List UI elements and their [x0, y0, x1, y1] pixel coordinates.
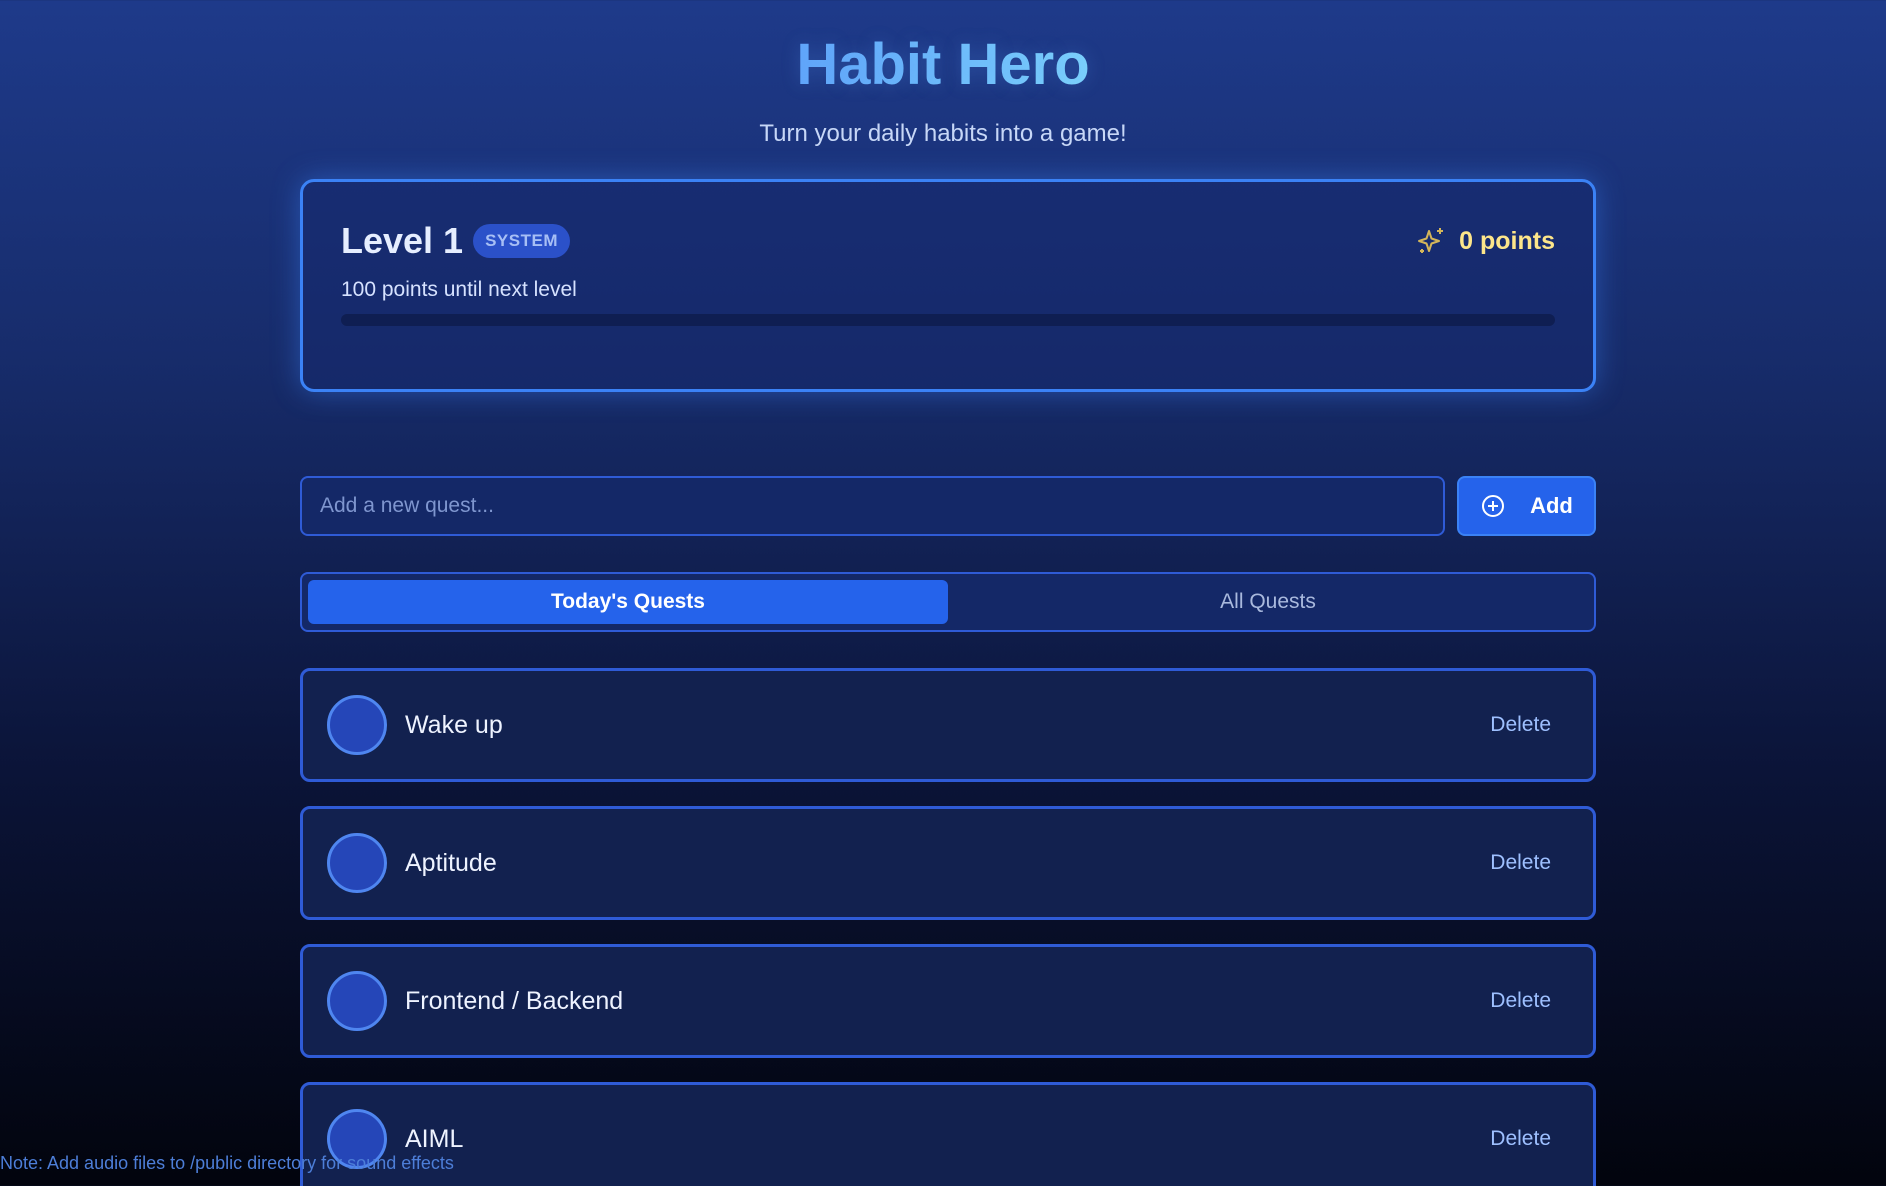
quest-name: Frontend / Backend	[405, 986, 624, 1015]
add-button-label: Add	[1530, 493, 1573, 518]
quest-complete-toggle[interactable]	[327, 695, 387, 755]
quest-name: Wake up	[405, 710, 503, 739]
delete-quest-button[interactable]: Delete	[1490, 1127, 1551, 1151]
delete-quest-button[interactable]: Delete	[1490, 713, 1551, 737]
tab-all-quests[interactable]: All Quests	[948, 580, 1588, 624]
add-quest-button[interactable]: Add	[1457, 476, 1596, 536]
plus-circle-icon	[1482, 495, 1505, 517]
app-header: Habit Hero Turn your daily habits into a…	[0, 0, 1886, 148]
app-subtitle: Turn your daily habits into a game!	[759, 120, 1127, 147]
quest-item: Wake up Delete	[300, 668, 1596, 782]
app-title: Habit Hero	[796, 32, 1090, 97]
quest-complete-toggle[interactable]	[327, 833, 387, 893]
sparkle-icon	[1418, 228, 1444, 253]
quest-complete-toggle[interactable]	[327, 971, 387, 1031]
quest-item: Frontend / Backend Delete	[300, 944, 1596, 1058]
quest-name: Aptitude	[405, 848, 497, 877]
quest-tabs: Today's Quests All Quests	[300, 572, 1596, 632]
next-level-text: 100 points until next level	[341, 278, 577, 301]
audio-note: Note: Add audio files to /public directo…	[0, 1153, 454, 1173]
level-progress-bar	[341, 314, 1555, 326]
quest-item: AIML Delete	[300, 1082, 1596, 1186]
points-display: 0 points	[1417, 226, 1555, 256]
quest-name: AIML	[405, 1124, 464, 1153]
quest-item: Aptitude Delete	[300, 806, 1596, 920]
tab-todays-quests[interactable]: Today's Quests	[308, 580, 948, 624]
system-badge: SYSTEM	[473, 224, 570, 258]
level-card: Level 1 SYSTEM 0 points 100 points until…	[300, 179, 1596, 392]
points-label: 0 points	[1459, 226, 1555, 255]
new-quest-input[interactable]	[300, 476, 1445, 536]
level-title: Level 1	[341, 220, 464, 261]
delete-quest-button[interactable]: Delete	[1490, 989, 1551, 1013]
add-quest-row: Add	[300, 476, 1596, 536]
quest-list: Wake up Delete Aptitude Delete Frontend …	[300, 668, 1596, 1186]
delete-quest-button[interactable]: Delete	[1490, 851, 1551, 875]
